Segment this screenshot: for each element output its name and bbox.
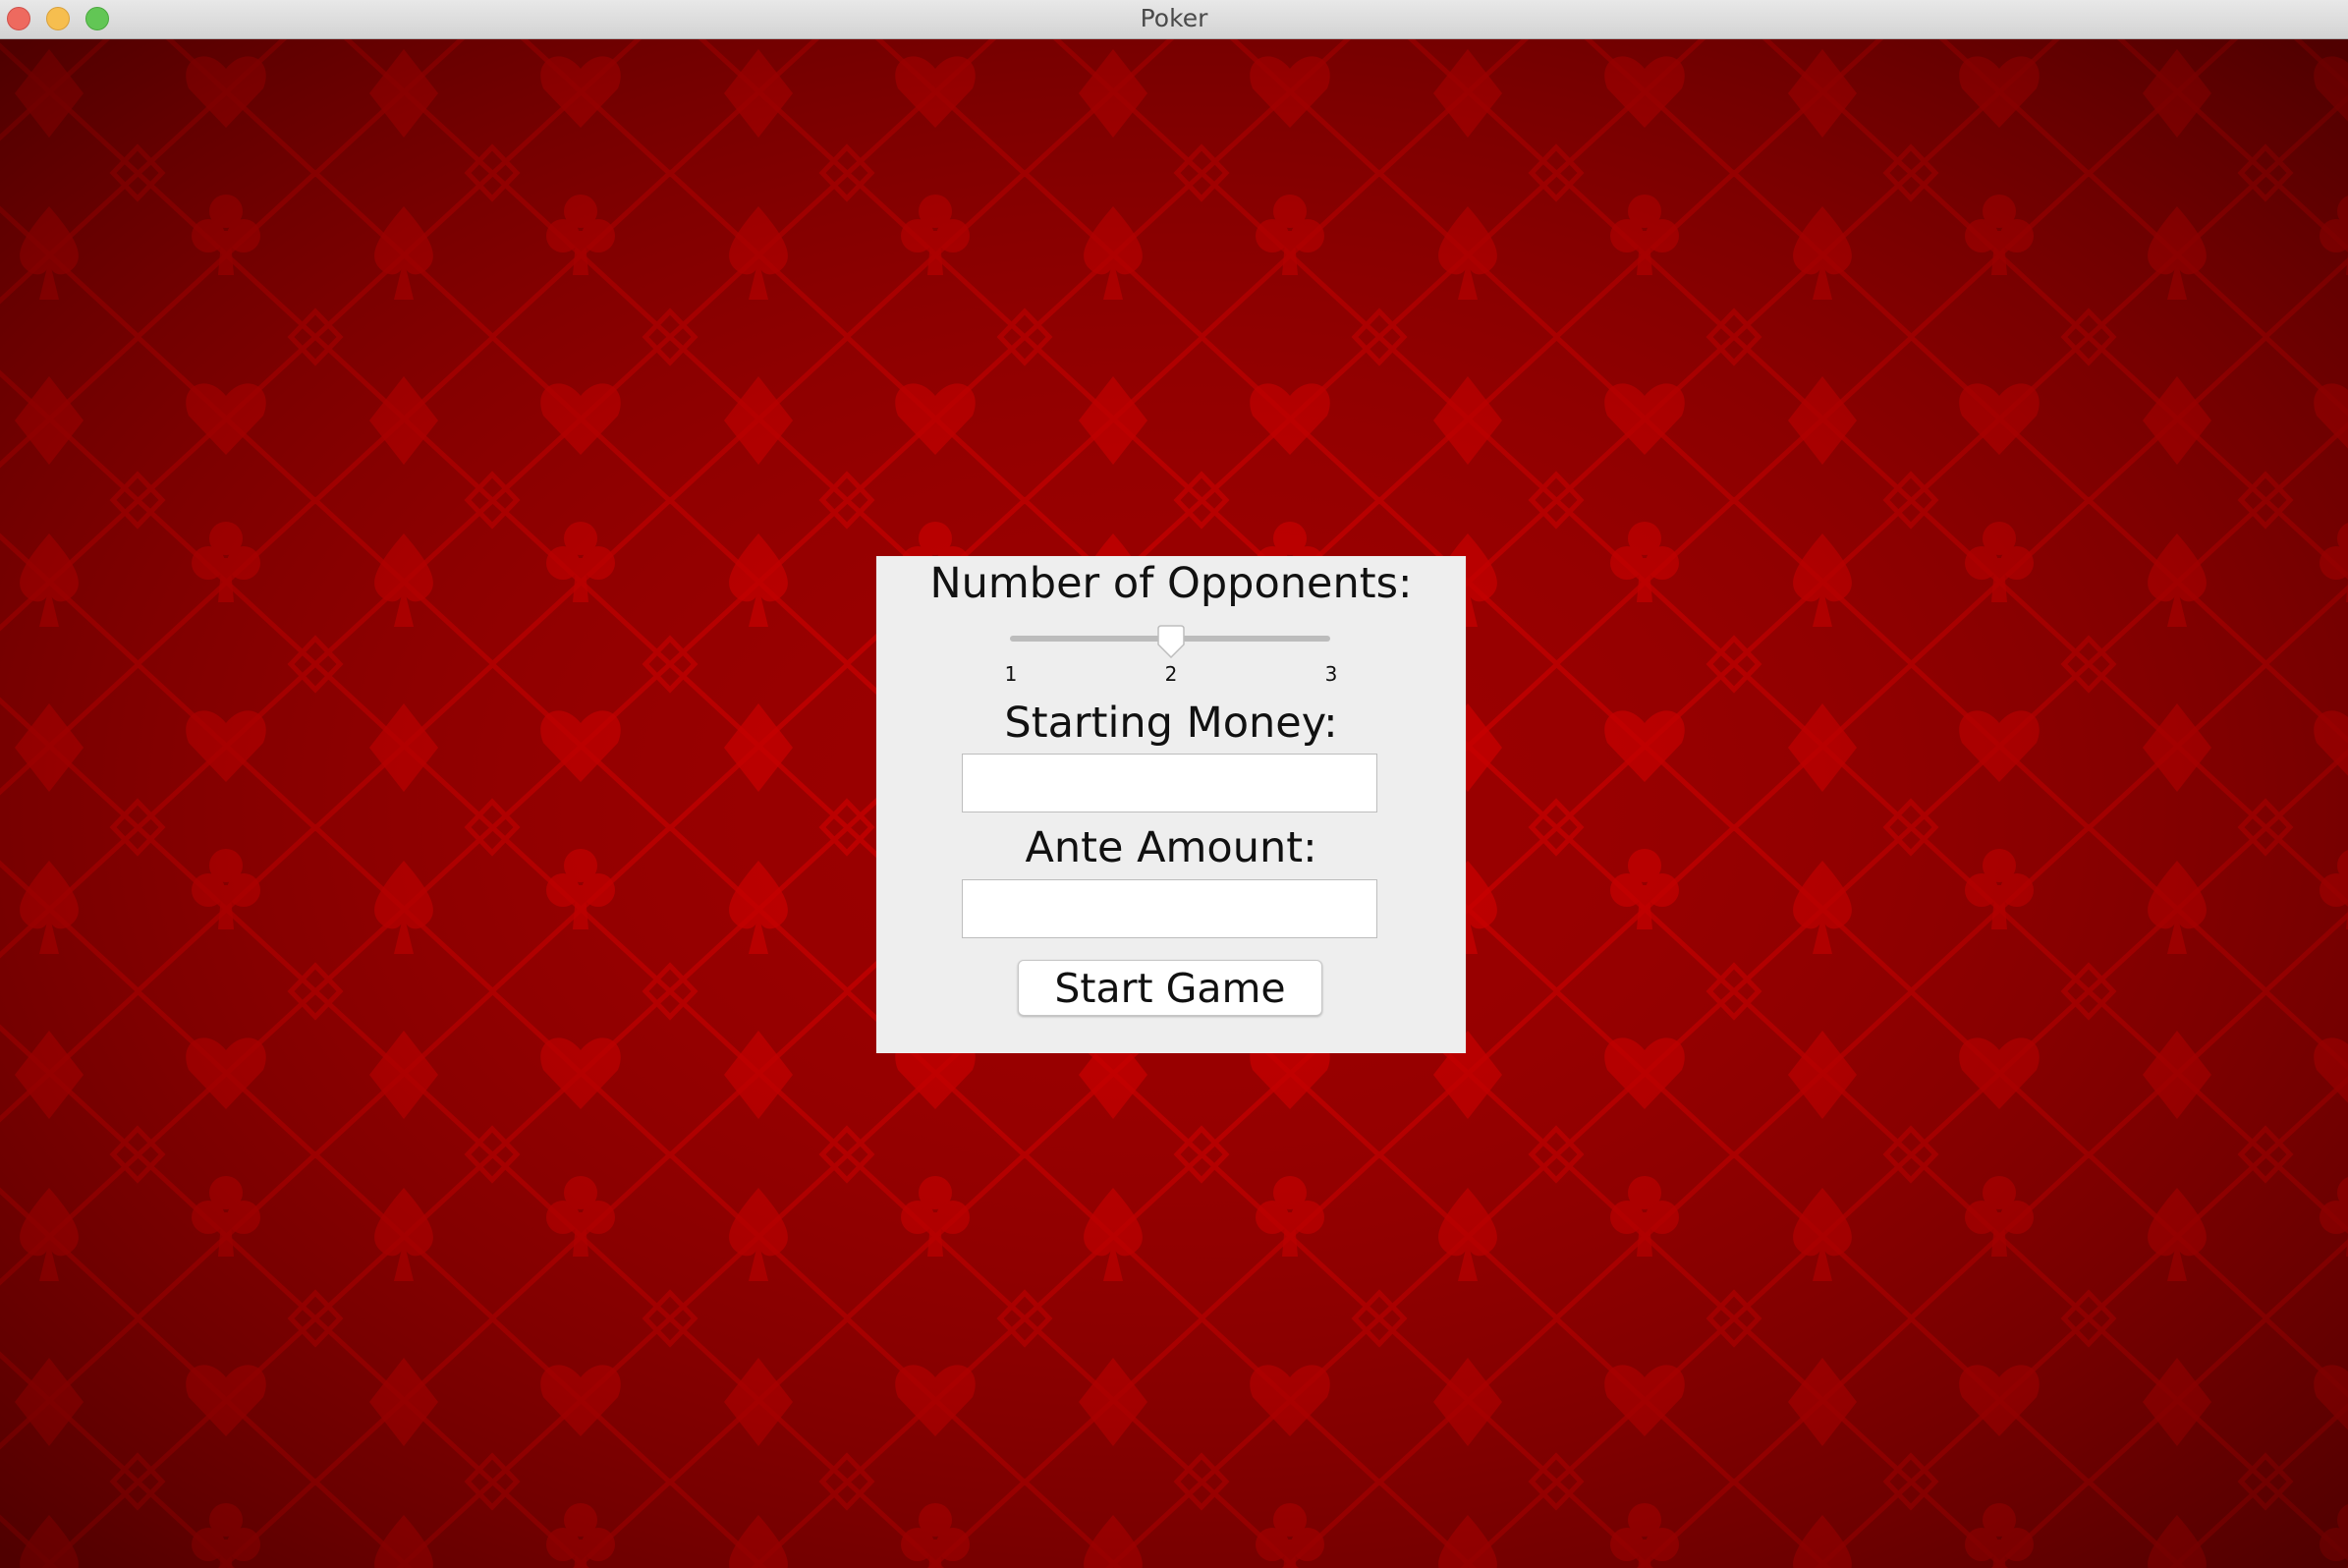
start-game-button[interactable]: Start Game: [1018, 960, 1322, 1016]
slider-tick-1: 1: [1004, 662, 1018, 686]
slider-thumb[interactable]: [1157, 625, 1185, 658]
title-bar: Poker: [0, 0, 2348, 39]
starting-money-input[interactable]: [962, 754, 1377, 812]
ante-amount-input[interactable]: [962, 879, 1377, 938]
game-setup-panel: Number of Opponents: 1 2 3 Starting Mone…: [876, 556, 1466, 1053]
slider-tick-3: 3: [1324, 662, 1338, 686]
ante-amount-label: Ante Amount:: [1025, 823, 1317, 872]
slider-tick-2: 2: [1164, 662, 1178, 686]
opponents-label: Number of Opponents:: [929, 559, 1413, 608]
window-title: Poker: [1140, 4, 1208, 32]
starting-money-label: Starting Money:: [1004, 699, 1338, 748]
